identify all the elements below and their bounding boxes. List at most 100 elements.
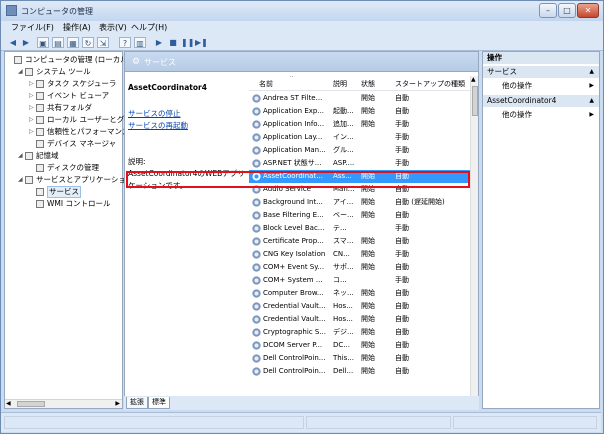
vertical-scrollbar[interactable]: ▲ [470, 76, 478, 398]
expand-icon[interactable]: ▷ [29, 102, 35, 114]
service-row[interactable]: Cryptographic S... デジ... 開始 自動 [249, 326, 470, 339]
service-gear-icon [252, 120, 261, 129]
properties-icon[interactable]: ▦ [67, 37, 79, 48]
service-gear-icon [252, 133, 261, 142]
tree-scroll-thumb[interactable] [17, 401, 45, 407]
service-row[interactable]: Computer Brow... ネッ... 開始 自動 [249, 287, 470, 300]
expand-icon[interactable]: ▷ [29, 126, 35, 138]
service-gear-icon [252, 211, 261, 220]
pause-service-icon[interactable]: ❚❚ [181, 37, 194, 48]
service-row[interactable]: Dell ControlPoin... This... 開始 自動 [249, 352, 470, 365]
scroll-right-icon[interactable]: ▶ [115, 400, 120, 407]
refresh-icon[interactable]: ↻ [82, 37, 94, 48]
service-row[interactable]: Credential Vault... Hos... 開始 自動 [249, 313, 470, 326]
expand-icon[interactable]: ▷ [29, 78, 35, 90]
tree-node-label: 共有フォルダ [47, 103, 92, 112]
tab-standard[interactable]: 標準 [148, 397, 170, 409]
tree-node[interactable]: ▷ イベント ビューア [5, 90, 122, 102]
service-gear-icon [252, 237, 261, 246]
tree-node[interactable]: ディスクの管理 [5, 162, 122, 174]
maximize-button[interactable]: □ [558, 3, 576, 18]
close-button[interactable]: ✕ [577, 3, 599, 18]
tree-node[interactable]: WMI コントロール [5, 198, 122, 210]
menu-action[interactable]: 操作(A) [63, 22, 91, 33]
service-status: 開始 [361, 367, 375, 375]
column-status[interactable]: 状態 [361, 79, 375, 89]
service-row[interactable]: Application Exp... 起動... 開始 自動 [249, 105, 470, 118]
help-icon[interactable]: ? [119, 37, 131, 48]
expand-icon[interactable]: ◢ [18, 174, 24, 186]
tab-extended[interactable]: 拡張 [126, 397, 148, 409]
start-service-icon[interactable]: ▶ [153, 37, 165, 48]
menu-file[interactable]: ファイル(F) [11, 22, 54, 33]
more-actions-services[interactable]: 他の操作 ▶ [483, 80, 599, 92]
tree-horizontal-scrollbar[interactable]: ◀ ▶ [5, 399, 122, 408]
expand-icon[interactable]: ▷ [29, 114, 35, 126]
tree-node[interactable]: ◢ システム ツール [5, 66, 122, 78]
scroll-left-icon[interactable]: ◀ [6, 400, 11, 407]
up-folder-icon[interactable]: ▣ [37, 37, 49, 48]
minimize-button[interactable]: – [539, 3, 557, 18]
expand-icon[interactable]: ▷ [29, 90, 35, 102]
back-icon[interactable]: ◀ [7, 37, 19, 48]
tree-node[interactable]: デバイス マネージャ [5, 138, 122, 150]
service-desc: 追加... [333, 120, 354, 128]
export-list-icon[interactable]: ⇲ [97, 37, 109, 48]
restart-service-icon[interactable]: ▶❚ [195, 37, 208, 48]
tree-node[interactable]: ▷ ローカル ユーザーとグループ [5, 114, 146, 126]
forward-icon[interactable]: ▶ [20, 37, 32, 48]
service-row[interactable]: Application Info... 追加... 開始 手動 [249, 118, 470, 131]
show-action-pane-icon[interactable]: ▥ [134, 37, 146, 48]
toolbar: ◀ ▶ ▣ ▤ ▦ ↻ ⇲ ? ▥ ▶ ■ ❚❚ ▶❚ [1, 35, 603, 51]
service-row[interactable]: Block Level Bac... テ... 手動 [249, 222, 470, 235]
stop-service-link[interactable]: サービスの停止 [128, 108, 181, 119]
expand-icon[interactable]: ◢ [18, 66, 24, 78]
service-row[interactable]: Andrea ST Filte... 開始 自動 [249, 92, 470, 105]
tree-node[interactable]: ▷ 信頼性とパフォーマンス [5, 126, 129, 138]
column-name[interactable]: 名前 [259, 79, 273, 89]
computer-management-icon [6, 5, 17, 16]
service-row[interactable]: Background Int... アイ... 開始 自動 (遅延開始) [249, 196, 470, 209]
tree-node[interactable]: ◢ 記憶域 [5, 150, 122, 162]
service-row[interactable]: ASP.NET 状態サ... ASP.... 手動 [249, 157, 470, 170]
tree-node[interactable]: ◢ サービスとアプリケーション [5, 174, 133, 186]
service-gear-icon [252, 263, 261, 272]
actions-group-services[interactable]: サービス ▲ [483, 66, 599, 78]
service-startup: 自動 [395, 367, 409, 375]
more-actions-service[interactable]: 他の操作 ▶ [483, 109, 599, 121]
service-row[interactable]: Certificate Prop... スマ... 開始 自動 [249, 235, 470, 248]
service-row[interactable]: Application Lay... イン... 手動 [249, 131, 470, 144]
show-tree-icon[interactable]: ▤ [52, 37, 64, 48]
column-description[interactable]: 説明 [333, 79, 347, 89]
tree-node[interactable]: ▷ タスク スケジューラ [5, 78, 122, 90]
restart-service-link[interactable]: サービスの再起動 [128, 120, 188, 131]
service-row[interactable]: Application Man... グル... 手動 [249, 144, 470, 157]
expand-icon[interactable]: ◢ [18, 150, 24, 162]
service-desc: アイ... [333, 198, 354, 206]
service-gear-icon [252, 302, 261, 311]
collapse-icon: ▲ [589, 97, 594, 104]
tree-node-label: WMI コントロール [47, 199, 111, 208]
tree-node[interactable]: サービス [5, 186, 122, 198]
stop-service-icon[interactable]: ■ [167, 37, 179, 48]
service-name: Credential Vault... [263, 302, 326, 310]
scroll-thumb[interactable] [472, 86, 478, 116]
actions-group-services-label: サービス [487, 67, 517, 76]
service-row[interactable]: DCOM Server P... DC... 開始 自動 [249, 339, 470, 352]
tree-node-icon [25, 68, 33, 76]
actions-group-service[interactable]: AssetCoordinator4 ▲ [483, 95, 599, 107]
menu-view[interactable]: 表示(V) [99, 22, 127, 33]
service-row[interactable]: COM+ Event Sy... サポ... 開始 自動 [249, 261, 470, 274]
service-row[interactable]: COM+ System ... コ... 手動 [249, 274, 470, 287]
scroll-up-icon[interactable]: ▲ [471, 76, 476, 83]
tree-node[interactable]: ▷ 共有フォルダ [5, 102, 122, 114]
menu-help[interactable]: ヘルプ(H) [131, 22, 167, 33]
column-startup-type[interactable]: スタートアップの種類 [395, 79, 465, 89]
service-row[interactable]: CNG Key Isolation CN... 開始 手動 [249, 248, 470, 261]
service-desc: コ... [333, 276, 347, 284]
service-row[interactable]: Dell ControlPoin... Dell... 開始 自動 [249, 365, 470, 378]
service-row[interactable]: Base Filtering E... ベー... 開始 自動 [249, 209, 470, 222]
service-row[interactable]: Credential Vault... Hos... 開始 自動 [249, 300, 470, 313]
tree-node[interactable]: コンピュータの管理 (ローカル) [5, 54, 131, 66]
service-startup: 自動 [395, 302, 409, 310]
